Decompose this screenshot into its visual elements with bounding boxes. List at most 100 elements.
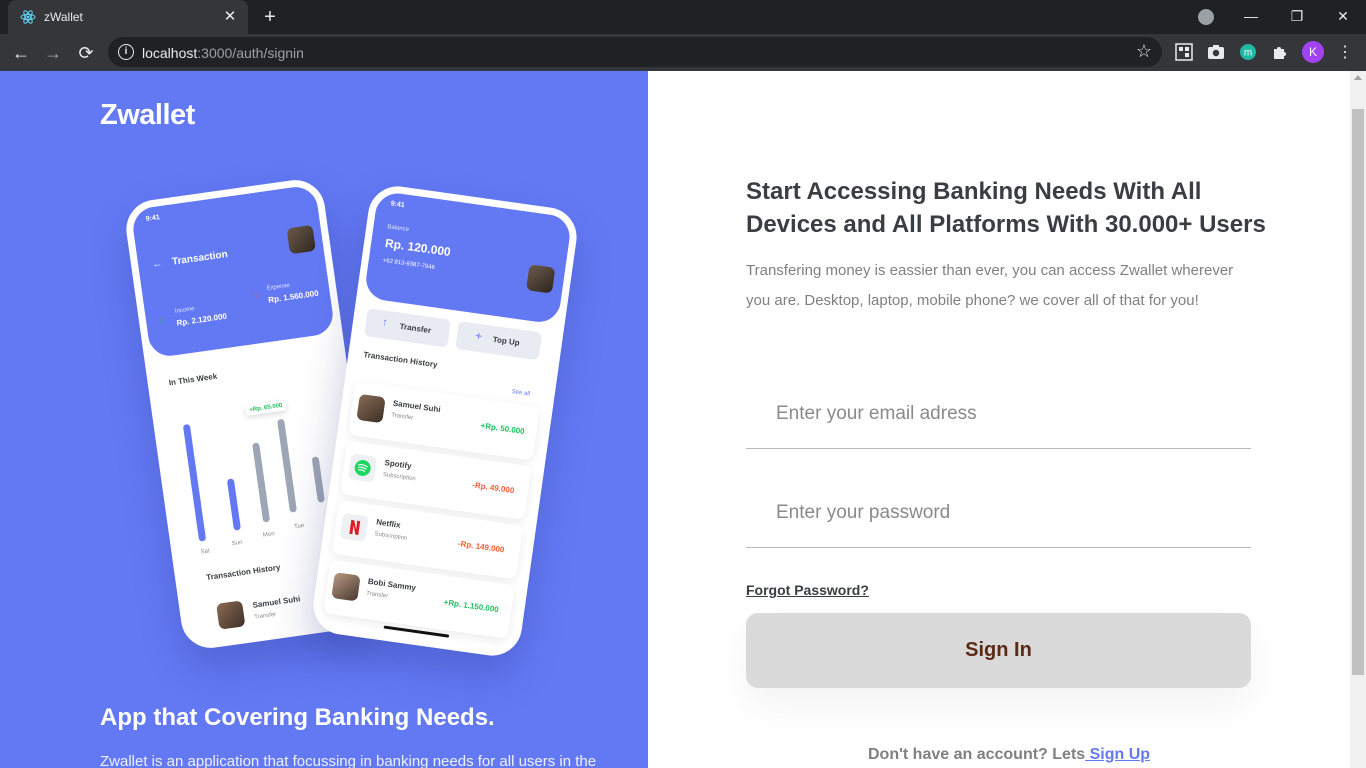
- extension-m-icon[interactable]: m: [1239, 43, 1257, 61]
- tx-name: Spotify: [384, 458, 413, 471]
- url-path: :3000/auth/signin: [197, 45, 304, 61]
- promo-heading: App that Covering Banking Needs.: [100, 704, 495, 731]
- phone-time: 9:41: [145, 214, 161, 223]
- promo-panel: Zwallet 9:41 ← Transaction ↓ Income Rp. …: [0, 71, 648, 768]
- tx-amount: -Rp. 49.000: [471, 480, 515, 496]
- forward-arrow-icon[interactable]: →: [40, 40, 66, 66]
- signin-button[interactable]: Sign In: [746, 613, 1251, 688]
- tab-title: zWallet: [44, 10, 83, 24]
- plus-icon: +: [474, 328, 484, 344]
- chart-tooltip: +Rp. 65.000: [244, 400, 287, 416]
- day-label: Mon: [262, 531, 276, 539]
- transfer-button: ↑ Transfer: [364, 308, 452, 348]
- chart-bar: [182, 423, 207, 542]
- netflix-icon: [340, 513, 369, 542]
- ext-m-label: m: [1244, 48, 1252, 59]
- extensions-puzzle-icon[interactable]: [1271, 43, 1289, 61]
- tx-type: Subscription: [374, 531, 408, 542]
- browser-menu-icon[interactable]: ⋮: [1332, 40, 1358, 66]
- bookmark-star-icon[interactable]: ☆: [1136, 41, 1152, 62]
- income-value: Rp. 2.120.000: [175, 311, 228, 328]
- back-arrow-icon: ←: [151, 258, 163, 271]
- minimize-button[interactable]: —: [1228, 0, 1274, 34]
- expense-label: Expense: [266, 282, 291, 292]
- signin-description: Transfering money is eassier than ever, …: [746, 262, 1234, 309]
- browser-tabbar: zWallet ✕ + — ❐ ✕: [0, 0, 1366, 34]
- browser-tab[interactable]: zWallet ✕: [8, 0, 248, 34]
- arrow-up-icon: ↑: [381, 316, 389, 329]
- tx-type: Transfer: [365, 590, 389, 600]
- phone-mockup-home: 9:41 Balance Rp. 120.000 +62 813-9387-79…: [309, 182, 581, 660]
- tx-amount: +Rp. 50.000: [480, 421, 526, 437]
- signin-page: Zwallet 9:41 ← Transaction ↓ Income Rp. …: [0, 71, 1366, 768]
- tx-name: Netflix: [375, 517, 402, 530]
- page-scrollbar[interactable]: [1350, 71, 1366, 768]
- password-field: [746, 480, 1251, 548]
- chart-bar: [226, 478, 241, 531]
- tx-name: Samuel Suhi: [392, 398, 442, 415]
- tx-type: Transfer: [390, 412, 414, 422]
- week-title: In This Week: [168, 371, 218, 388]
- react-favicon-icon: [20, 10, 36, 24]
- expense-arrow-icon: ↑: [252, 289, 260, 301]
- income-arrow-icon: ↓: [159, 314, 166, 326]
- profile-avatar[interactable]: K: [1302, 41, 1324, 63]
- day-label: Sun: [231, 539, 243, 548]
- tx-type: Subscription: [382, 471, 417, 483]
- url-host: localhost: [142, 45, 198, 61]
- url-text: localhost:3000/auth/signin: [142, 45, 304, 61]
- scroll-up-arrow-icon[interactable]: [1354, 75, 1362, 80]
- signup-prompt-text: Don't have an account? Lets: [868, 746, 1086, 763]
- history-title: Transaction History: [205, 562, 281, 583]
- chart-bar: [311, 456, 325, 503]
- email-field: [746, 381, 1251, 449]
- avatar: [331, 572, 361, 602]
- avatar: [286, 224, 316, 255]
- tab-search-icon[interactable]: [1198, 9, 1214, 25]
- signup-link[interactable]: Sign Up: [1085, 746, 1150, 763]
- reload-icon[interactable]: ⟳: [73, 40, 99, 66]
- password-input[interactable]: [776, 502, 1236, 524]
- address-bar[interactable]: i localhost:3000/auth/signin ☆: [108, 37, 1162, 67]
- topup-button: + Top Up: [455, 320, 543, 361]
- day-label: Tue: [293, 522, 305, 531]
- avatar: [526, 264, 556, 294]
- phone-time: 9:41: [390, 200, 406, 210]
- tx-amount: +Rp. 1.150.000: [443, 597, 500, 615]
- profile-initial: K: [1309, 45, 1317, 59]
- day-label: Sat: [200, 548, 211, 556]
- avatar: [216, 600, 246, 630]
- site-info-icon[interactable]: i: [118, 44, 134, 60]
- phone-number: +62 813-9387-7946: [382, 257, 436, 272]
- promo-description: Zwallet is an application that focussing…: [100, 753, 597, 768]
- camera-icon[interactable]: [1207, 43, 1225, 61]
- signup-prompt: Don't have an account? Lets Sign Up: [868, 746, 1150, 764]
- forgot-password-link[interactable]: Forgot Password?: [746, 582, 869, 598]
- balance-value: Rp. 120.000: [384, 236, 452, 260]
- browser-toolbar: ← → ⟳ i localhost:3000/auth/signin ☆ m K…: [0, 34, 1366, 71]
- row-name: Samuel Suhi: [252, 594, 301, 610]
- history-title: Transaction History: [362, 350, 439, 370]
- topup-label: Top Up: [492, 334, 521, 348]
- tab-close-icon[interactable]: ✕: [220, 7, 240, 27]
- expense-value: Rp. 1.560.000: [267, 288, 320, 305]
- maximize-button[interactable]: ❐: [1274, 0, 1320, 34]
- income-label: Income: [174, 306, 195, 315]
- avatar: [356, 393, 386, 424]
- spotify-icon: [348, 454, 377, 482]
- see-all-link: See all: [511, 389, 531, 398]
- back-arrow-icon[interactable]: ←: [8, 40, 34, 66]
- phone-header: 9:41 Balance Rp. 120.000 +62 813-9387-79…: [363, 190, 573, 325]
- close-window-button[interactable]: ✕: [1320, 0, 1366, 34]
- tx-amount: -Rp. 149.000: [457, 539, 505, 555]
- phone-header: 9:41 ← Transaction ↓ Income Rp. 2.120.00…: [130, 184, 336, 359]
- chart-bar: [277, 418, 298, 513]
- email-input[interactable]: [776, 403, 1236, 425]
- new-tab-button[interactable]: +: [258, 5, 282, 29]
- qr-code-icon[interactable]: [1175, 43, 1193, 61]
- brand-logo[interactable]: Zwallet: [100, 99, 195, 132]
- phone-title: Transaction: [171, 249, 229, 268]
- signin-panel: Start Accessing Banking Needs With All D…: [648, 71, 1350, 768]
- scroll-thumb[interactable]: [1352, 109, 1364, 675]
- signin-heading: Start Accessing Banking Needs With All D…: [746, 178, 1266, 238]
